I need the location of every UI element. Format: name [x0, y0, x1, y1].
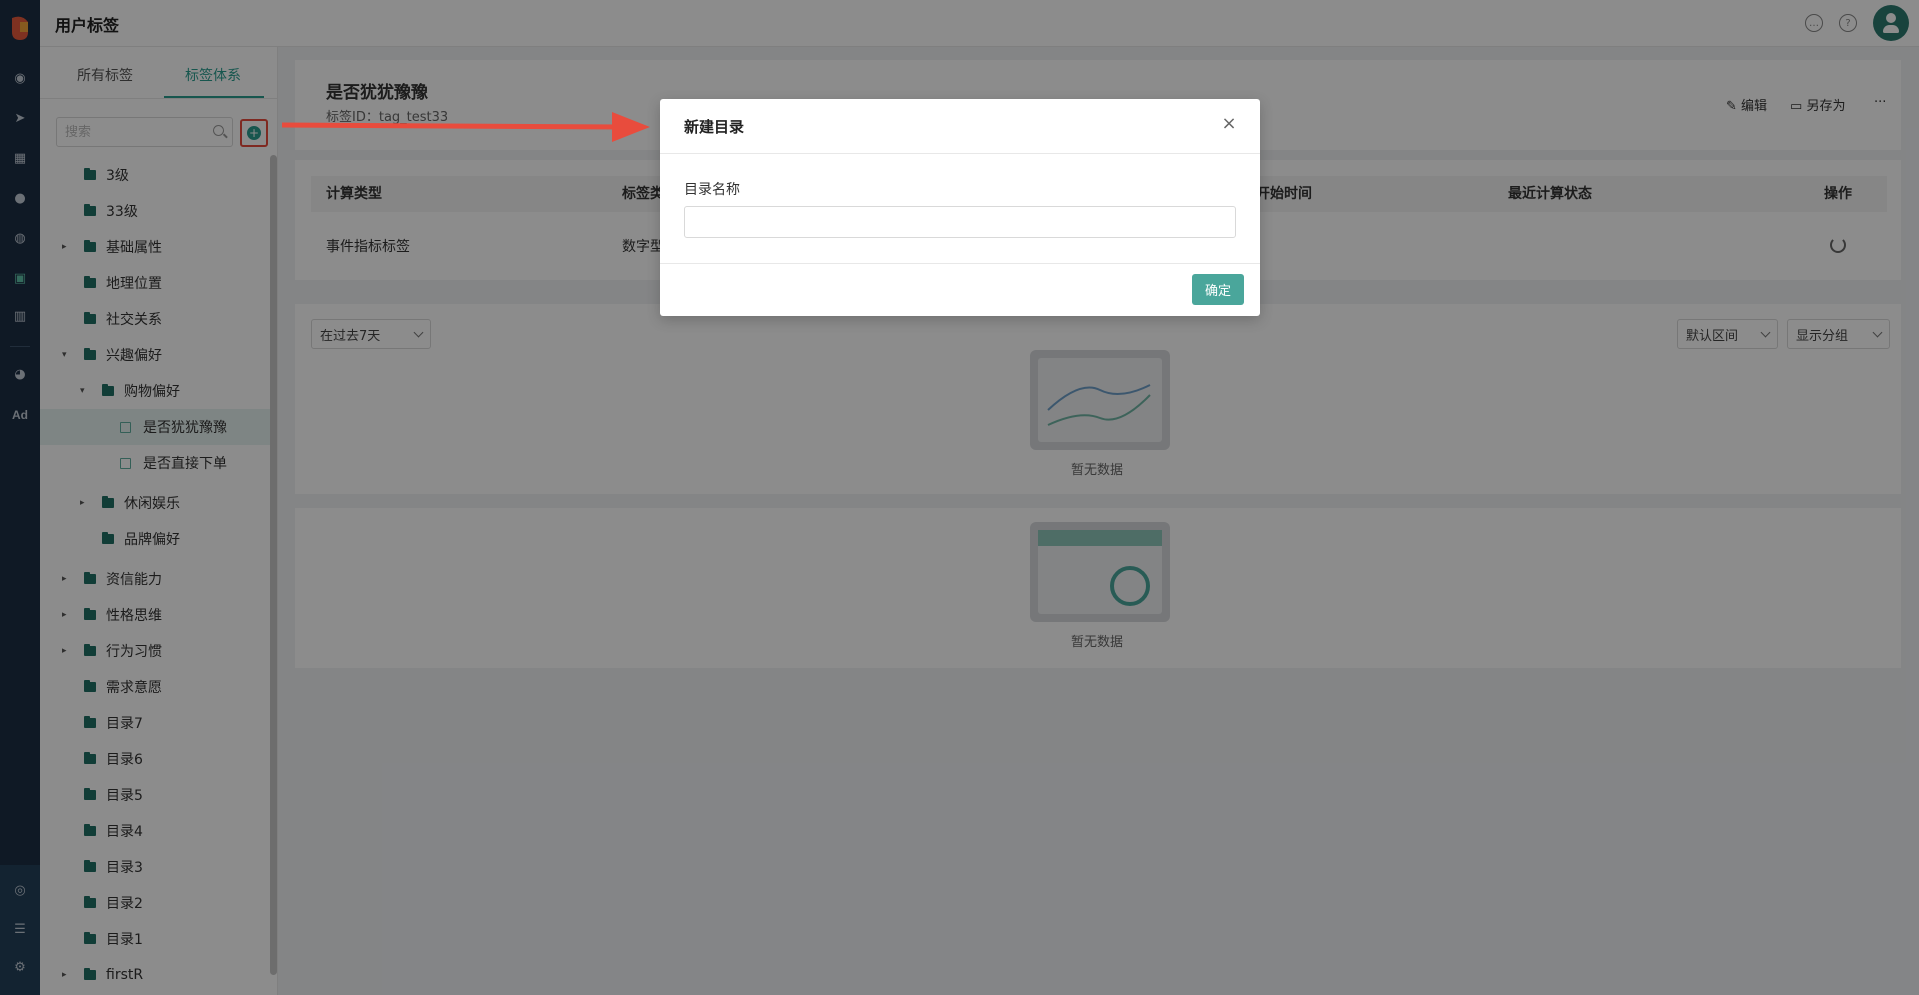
- close-icon[interactable]: ×: [1220, 115, 1238, 133]
- modal-title: 新建目录: [684, 118, 745, 136]
- directory-name-label: 目录名称: [684, 182, 740, 198]
- annotation-arrow: [282, 112, 650, 142]
- modal-divider: [660, 153, 1260, 154]
- confirm-button[interactable]: 确定: [1192, 274, 1244, 305]
- modal-divider: [660, 263, 1260, 264]
- directory-name-input[interactable]: [684, 206, 1236, 238]
- new-directory-modal: 新建目录 × 目录名称 确定: [660, 99, 1260, 316]
